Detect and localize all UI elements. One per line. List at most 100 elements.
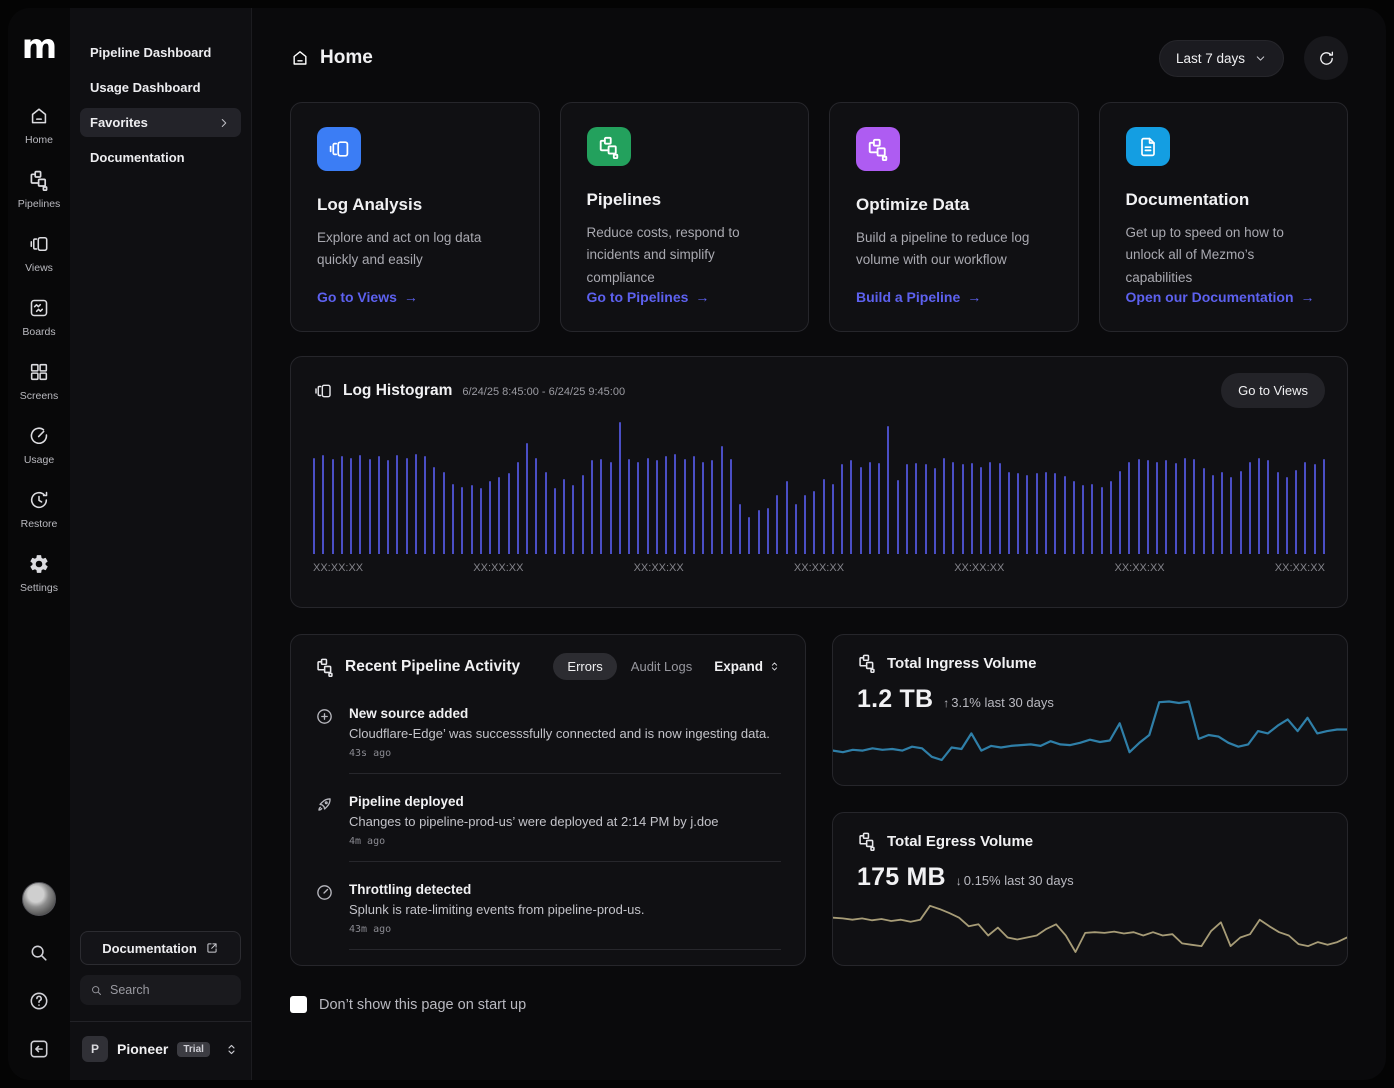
- histogram-bar: [730, 459, 732, 554]
- histogram-bar: [1110, 481, 1112, 554]
- histogram-bar: [1082, 485, 1084, 554]
- histogram-bar: [860, 467, 862, 554]
- activity-item: Throttling detected Splunk is rate-limit…: [315, 878, 781, 935]
- tab-audit-logs[interactable]: Audit Logs: [627, 653, 696, 680]
- go-to-pipelines-link[interactable]: Go to Pipelines→: [587, 289, 783, 305]
- histogram-bar: [748, 517, 750, 554]
- sidebar-item-boards[interactable]: Boards: [22, 296, 55, 338]
- histogram-bar: [563, 479, 565, 554]
- histogram-bar: [1249, 462, 1251, 554]
- sidebar-item-usage[interactable]: Usage: [24, 424, 54, 466]
- histogram-bar: [1017, 473, 1019, 554]
- tab-errors[interactable]: Errors: [553, 653, 616, 680]
- histogram-bar: [1073, 481, 1075, 554]
- histogram-bar: [665, 456, 667, 554]
- histogram-bar: [915, 463, 917, 554]
- sidebar-item-usage-dashboard[interactable]: Usage Dashboard: [80, 73, 241, 102]
- expand-button[interactable]: Expand: [714, 659, 781, 674]
- open-documentation-link[interactable]: Open our Documentation→: [1126, 289, 1322, 305]
- histogram-bar: [1258, 458, 1260, 554]
- ingress-value: 1.2 TB: [857, 685, 933, 714]
- collapse-sidebar-icon[interactable]: [28, 1038, 50, 1060]
- user-avatar[interactable]: [22, 882, 56, 916]
- card-title: Optimize Data: [856, 195, 1052, 215]
- activity-item-description: Cloudflare-Edge’ was successsfully conne…: [349, 726, 781, 741]
- histogram-bars: [313, 422, 1325, 554]
- card-description: Get up to speed on how to unlock all of …: [1126, 222, 1322, 289]
- pipelines-icon: [587, 127, 631, 166]
- sidebar-item-home[interactable]: Home: [25, 104, 53, 146]
- views-icon: [27, 232, 51, 256]
- histogram-bar: [1203, 468, 1205, 554]
- sidebar-item-views[interactable]: Views: [25, 232, 53, 274]
- rail-item-label: Settings: [20, 582, 58, 594]
- histogram-bar: [369, 459, 371, 554]
- histogram-bar: [721, 446, 723, 554]
- documentation-button[interactable]: Documentation: [80, 931, 241, 965]
- pipelines-icon: [856, 127, 900, 171]
- go-to-views-button[interactable]: Go to Views: [1221, 373, 1325, 408]
- sidebar-item-pipelines[interactable]: Pipelines: [18, 168, 61, 210]
- activity-item-time: 43s ago: [349, 748, 781, 759]
- sidebar-item-pipeline-dashboard[interactable]: Pipeline Dashboard: [80, 38, 241, 67]
- histogram-bar: [1064, 476, 1066, 554]
- sidebar-item-label: Documentation: [90, 150, 185, 165]
- arrow-right-icon: →: [404, 289, 418, 305]
- histogram-bar: [1184, 458, 1186, 554]
- build-a-pipeline-link[interactable]: Build a Pipeline→: [856, 289, 1052, 305]
- search-input[interactable]: [110, 983, 231, 997]
- activity-item-time: 4m ago: [349, 836, 781, 847]
- histogram-bar: [999, 463, 1001, 554]
- histogram-bar: [350, 458, 352, 554]
- histogram-bar: [415, 454, 417, 554]
- documentation-button-label: Documentation: [102, 941, 197, 956]
- histogram-x-axis: XX:XX:XX XX:XX:XX XX:XX:XX XX:XX:XX XX:X…: [313, 562, 1325, 574]
- sidebar-item-screens[interactable]: Screens: [20, 360, 59, 402]
- plus-circle-icon: [315, 707, 335, 727]
- histogram-bar: [406, 458, 408, 554]
- dont-show-checkbox[interactable]: [290, 996, 307, 1013]
- help-icon[interactable]: [28, 990, 50, 1012]
- histogram-bar: [341, 456, 343, 554]
- histogram-bar: [1138, 459, 1140, 554]
- histogram-bar: [554, 488, 556, 554]
- rocket-icon: [315, 795, 335, 815]
- card-title: Log Analysis: [317, 195, 513, 215]
- org-switcher[interactable]: P Pioneer Trial: [80, 1034, 241, 1064]
- sidebar-item-favorites[interactable]: Favorites: [80, 108, 241, 137]
- histogram-bar: [545, 472, 547, 554]
- histogram-bar: [1054, 473, 1056, 554]
- histogram-bar: [1230, 477, 1232, 554]
- activity-item-title: Throttling detected: [349, 882, 781, 897]
- histogram-bar: [1267, 460, 1269, 554]
- histogram-bar: [526, 443, 528, 554]
- up-down-chevron-icon: [224, 1042, 239, 1057]
- histogram-bar: [1193, 459, 1195, 554]
- histogram-bar: [989, 462, 991, 554]
- histogram-bar: [813, 491, 815, 554]
- org-avatar: P: [82, 1036, 108, 1062]
- histogram-bar: [535, 458, 537, 554]
- sidebar-item-settings[interactable]: Settings: [20, 552, 58, 594]
- divider: [349, 773, 781, 774]
- histogram-bar: [332, 459, 334, 554]
- total-egress-volume-panel: Total Egress Volume 175 MB ↓0.15% last 3…: [832, 812, 1348, 966]
- gauge-icon: [315, 883, 335, 903]
- histogram-bar: [795, 504, 797, 554]
- rail-item-label: Pipelines: [18, 198, 61, 210]
- histogram-bar: [1175, 463, 1177, 554]
- sidebar-item-documentation[interactable]: Documentation: [80, 143, 241, 172]
- histogram-bar: [656, 460, 658, 554]
- divider: [349, 949, 781, 950]
- go-to-views-link[interactable]: Go to Views→: [317, 289, 513, 305]
- refresh-button[interactable]: [1304, 36, 1348, 80]
- date-range-dropdown[interactable]: Last 7 days: [1159, 40, 1284, 77]
- search-icon[interactable]: [28, 942, 50, 964]
- log-histogram-panel: Log Histogram 6/24/25 8:45:00 - 6/24/25 …: [290, 356, 1348, 608]
- histogram-bar: [906, 464, 908, 554]
- ingress-title: Total Ingress Volume: [887, 655, 1036, 672]
- sidebar-item-restore[interactable]: Restore: [21, 488, 58, 530]
- histogram-bar: [869, 462, 871, 554]
- histogram-bar: [1119, 471, 1121, 554]
- histogram-bar: [591, 460, 593, 554]
